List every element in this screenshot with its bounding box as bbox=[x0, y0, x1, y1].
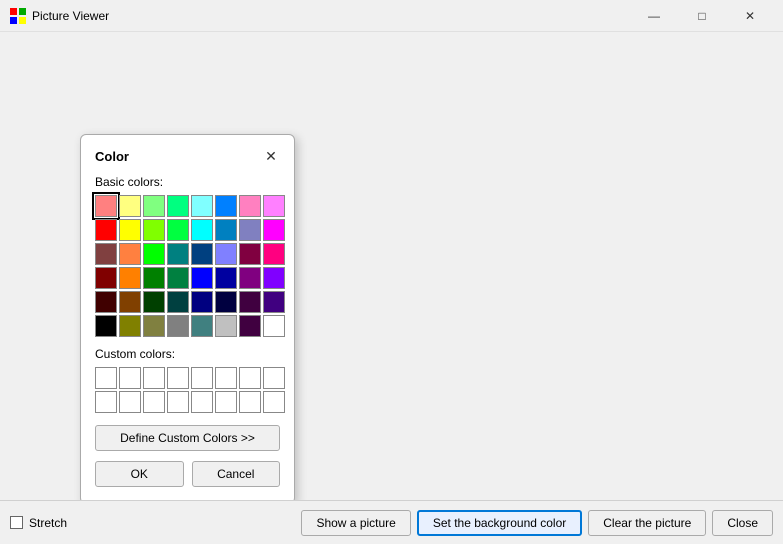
basic-color-cell[interactable] bbox=[215, 291, 237, 313]
custom-color-cell[interactable] bbox=[191, 367, 213, 389]
minimize-button[interactable]: — bbox=[631, 5, 677, 27]
dialog-title: Color bbox=[95, 149, 129, 164]
dialog-actions: OK Cancel bbox=[95, 461, 280, 487]
custom-color-cell[interactable] bbox=[119, 367, 141, 389]
basic-color-cell[interactable] bbox=[167, 219, 189, 241]
cancel-button[interactable]: Cancel bbox=[192, 461, 281, 487]
dialog-header: Color ✕ bbox=[95, 147, 280, 165]
stretch-label: Stretch bbox=[29, 516, 67, 530]
basic-color-cell[interactable] bbox=[239, 291, 261, 313]
show-picture-button[interactable]: Show a picture bbox=[301, 510, 410, 536]
basic-color-cell[interactable] bbox=[119, 315, 141, 337]
custom-color-cell[interactable] bbox=[143, 391, 165, 413]
ok-button[interactable]: OK bbox=[95, 461, 184, 487]
basic-color-cell[interactable] bbox=[263, 291, 285, 313]
maximize-button[interactable]: □ bbox=[679, 5, 725, 27]
basic-color-cell[interactable] bbox=[215, 267, 237, 289]
custom-color-cell[interactable] bbox=[167, 391, 189, 413]
custom-color-cell[interactable] bbox=[95, 367, 117, 389]
basic-color-cell[interactable] bbox=[191, 315, 213, 337]
custom-color-cell[interactable] bbox=[119, 391, 141, 413]
clear-picture-button[interactable]: Clear the picture bbox=[588, 510, 706, 536]
custom-color-cell[interactable] bbox=[215, 391, 237, 413]
custom-colors-label: Custom colors: bbox=[95, 347, 280, 361]
basic-color-cell[interactable] bbox=[143, 195, 165, 217]
basic-color-cell[interactable] bbox=[167, 315, 189, 337]
custom-color-cell[interactable] bbox=[263, 367, 285, 389]
basic-color-cell[interactable] bbox=[215, 315, 237, 337]
basic-color-cell[interactable] bbox=[119, 243, 141, 265]
basic-color-cell[interactable] bbox=[95, 315, 117, 337]
dialog-overlay: Color ✕ Basic colors: Custom colors: Def… bbox=[0, 64, 783, 500]
basic-color-cell[interactable] bbox=[95, 267, 117, 289]
basic-color-cell[interactable] bbox=[239, 315, 261, 337]
basic-color-cell[interactable] bbox=[119, 267, 141, 289]
custom-color-cell[interactable] bbox=[239, 367, 261, 389]
bottom-bar: Stretch Show a picture Set the backgroun… bbox=[0, 500, 783, 544]
basic-color-cell[interactable] bbox=[143, 315, 165, 337]
basic-color-cell[interactable] bbox=[167, 195, 189, 217]
stretch-control: Stretch bbox=[10, 516, 67, 530]
custom-color-cell[interactable] bbox=[191, 391, 213, 413]
basic-color-cell[interactable] bbox=[215, 219, 237, 241]
custom-color-cell[interactable] bbox=[239, 391, 261, 413]
main-content: Color ✕ Basic colors: Custom colors: Def… bbox=[0, 32, 783, 544]
app-icon bbox=[10, 8, 26, 24]
basic-color-cell[interactable] bbox=[215, 243, 237, 265]
dialog-close-button[interactable]: ✕ bbox=[262, 147, 280, 165]
basic-color-cell[interactable] bbox=[215, 195, 237, 217]
basic-color-cell[interactable] bbox=[143, 291, 165, 313]
basic-color-cell[interactable] bbox=[263, 267, 285, 289]
custom-color-cell[interactable] bbox=[95, 391, 117, 413]
basic-color-cell[interactable] bbox=[239, 219, 261, 241]
basic-color-cell[interactable] bbox=[119, 219, 141, 241]
basic-color-cell[interactable] bbox=[143, 243, 165, 265]
basic-color-cell[interactable] bbox=[191, 243, 213, 265]
close-window-button[interactable]: ✕ bbox=[727, 5, 773, 27]
basic-color-cell[interactable] bbox=[263, 315, 285, 337]
basic-color-cell[interactable] bbox=[263, 243, 285, 265]
basic-color-cell[interactable] bbox=[167, 243, 189, 265]
basic-color-cell[interactable] bbox=[95, 195, 117, 217]
custom-color-cell[interactable] bbox=[263, 391, 285, 413]
custom-color-cell[interactable] bbox=[167, 367, 189, 389]
app-title: Picture Viewer bbox=[32, 9, 109, 23]
title-bar: Picture Viewer — □ ✕ bbox=[0, 0, 783, 32]
basic-color-cell[interactable] bbox=[239, 243, 261, 265]
action-buttons: Show a picture Set the background color … bbox=[301, 510, 773, 536]
basic-color-cell[interactable] bbox=[167, 267, 189, 289]
custom-color-cell[interactable] bbox=[143, 367, 165, 389]
basic-color-cell[interactable] bbox=[143, 267, 165, 289]
basic-color-cell[interactable] bbox=[191, 219, 213, 241]
basic-color-cell[interactable] bbox=[95, 243, 117, 265]
basic-color-cell[interactable] bbox=[263, 219, 285, 241]
basic-color-cell[interactable] bbox=[95, 219, 117, 241]
custom-color-cell[interactable] bbox=[215, 367, 237, 389]
close-button[interactable]: Close bbox=[712, 510, 773, 536]
basic-color-cell[interactable] bbox=[191, 195, 213, 217]
color-dialog: Color ✕ Basic colors: Custom colors: Def… bbox=[80, 134, 295, 504]
basic-color-cell[interactable] bbox=[263, 195, 285, 217]
define-custom-colors-button[interactable]: Define Custom Colors >> bbox=[95, 425, 280, 451]
basic-color-cell[interactable] bbox=[191, 291, 213, 313]
basic-color-cell[interactable] bbox=[119, 195, 141, 217]
basic-colors-grid bbox=[95, 195, 280, 337]
basic-colors-label: Basic colors: bbox=[95, 175, 280, 189]
basic-color-cell[interactable] bbox=[95, 291, 117, 313]
basic-color-cell[interactable] bbox=[119, 291, 141, 313]
basic-color-cell[interactable] bbox=[239, 267, 261, 289]
basic-color-cell[interactable] bbox=[143, 219, 165, 241]
window-controls: — □ ✕ bbox=[631, 5, 773, 27]
basic-color-cell[interactable] bbox=[239, 195, 261, 217]
custom-colors-grid bbox=[95, 367, 280, 413]
basic-color-cell[interactable] bbox=[167, 291, 189, 313]
basic-color-cell[interactable] bbox=[191, 267, 213, 289]
set-background-color-button[interactable]: Set the background color bbox=[417, 510, 582, 536]
stretch-checkbox[interactable] bbox=[10, 516, 23, 529]
